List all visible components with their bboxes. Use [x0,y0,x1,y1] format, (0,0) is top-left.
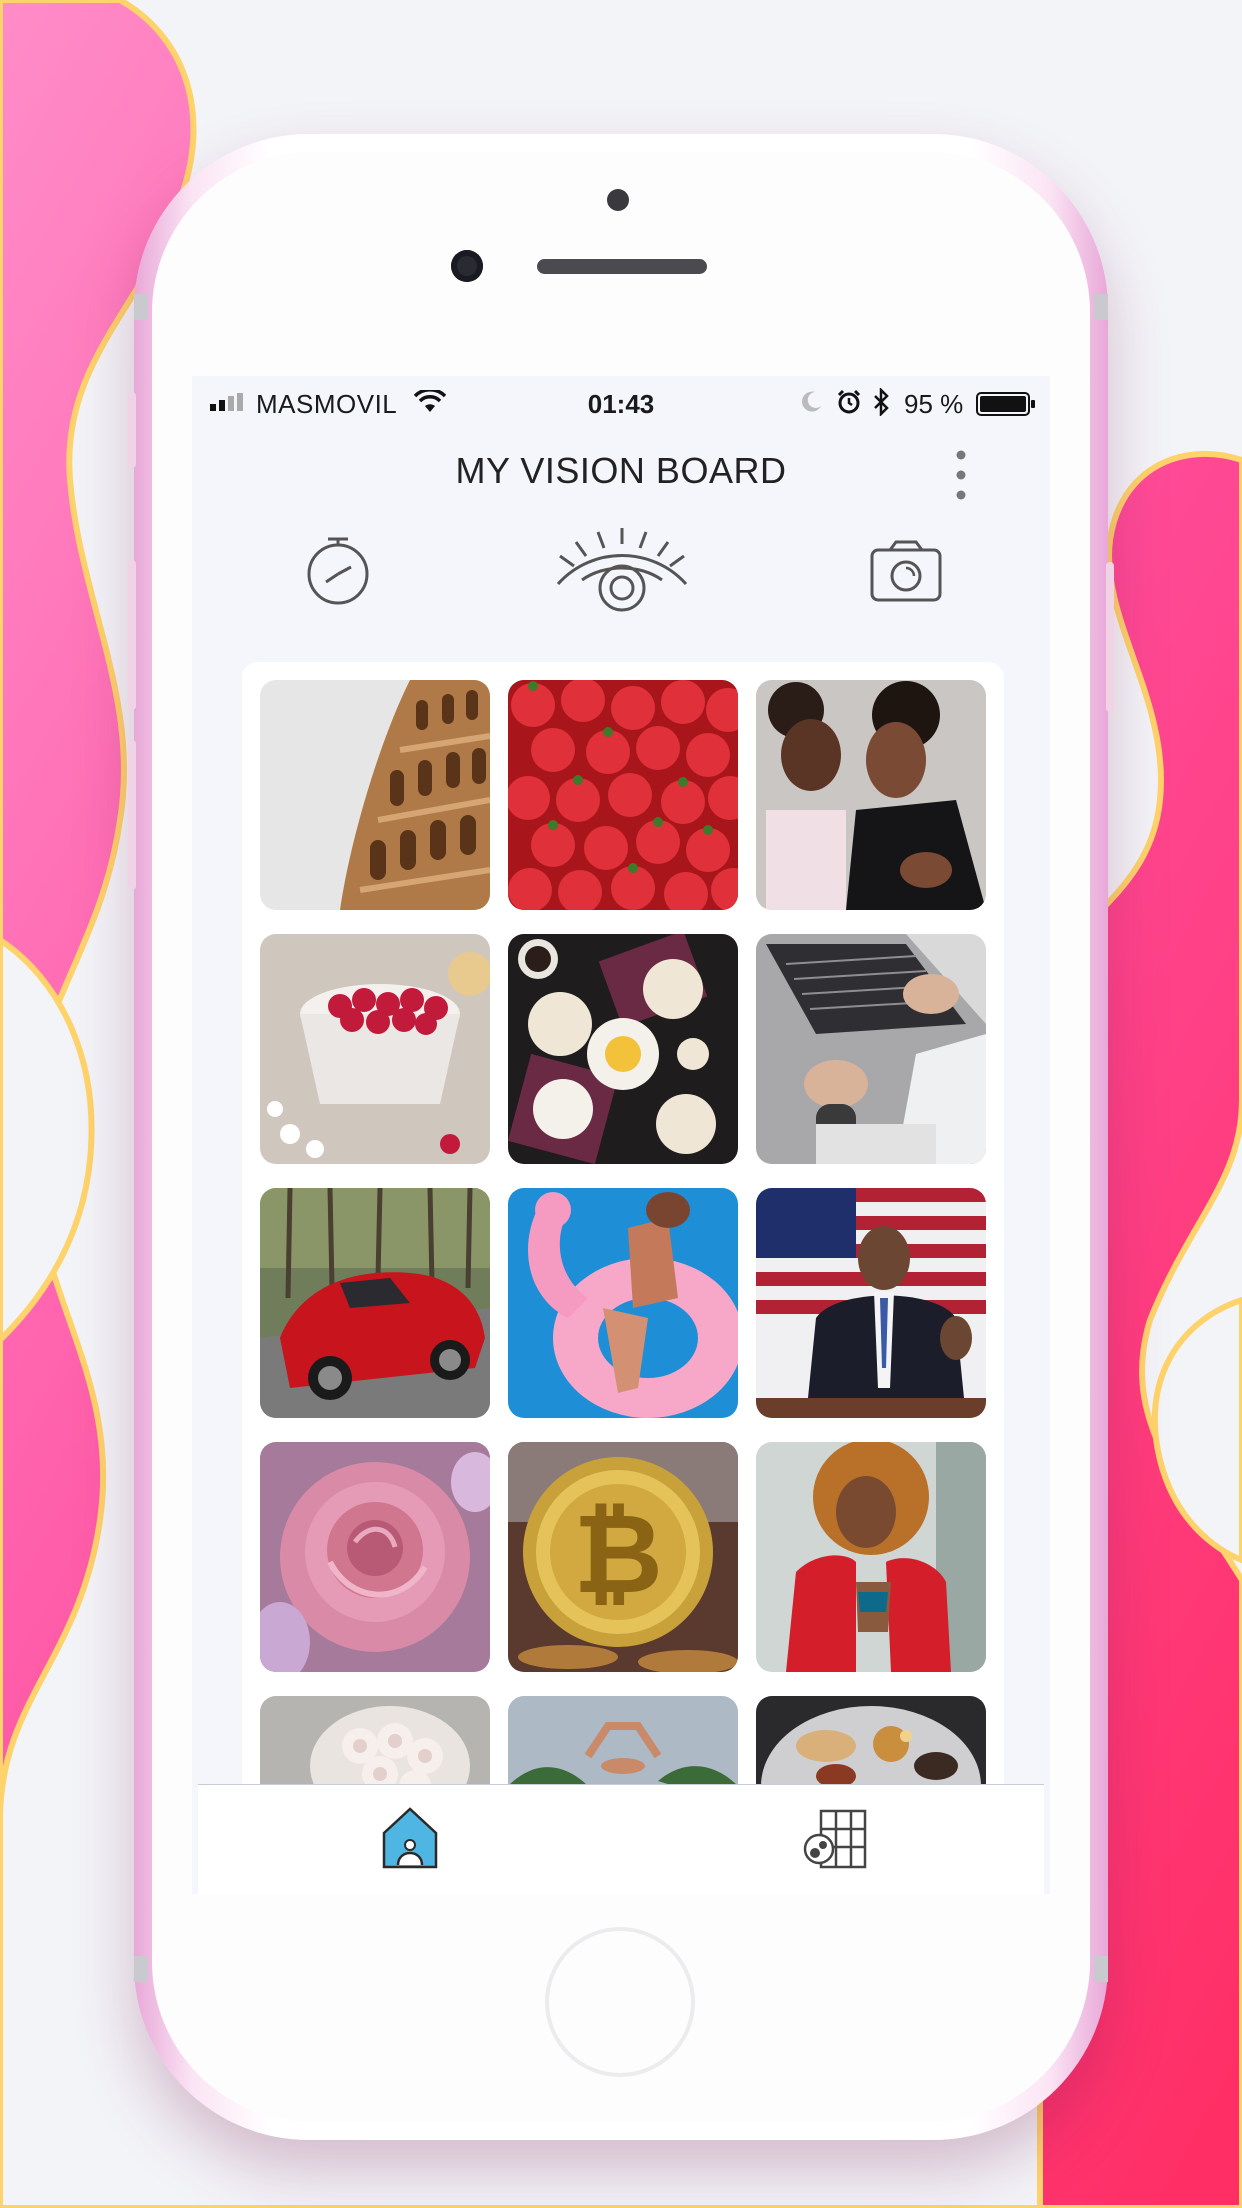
strawberries-image[interactable] [508,680,738,910]
eye-icon[interactable] [552,526,692,616]
raspberries-image[interactable] [260,934,490,1164]
woman-red-jacket-image[interactable] [756,1442,986,1672]
laptop-typing-image[interactable] [756,934,986,1164]
home-button[interactable] [545,1927,695,2077]
bitcoin-coin-image[interactable]: ₿ [508,1442,738,1672]
tab-vision-grid[interactable] [621,1785,1044,1894]
more-options-icon[interactable] [946,448,976,502]
pink-rose-image[interactable] [260,1442,490,1672]
front-camera [451,250,483,282]
antenna-band [134,1956,148,1982]
tab-bar [198,1784,1044,1894]
battery-percentage: 95 % [904,389,964,419]
camera-icon[interactable] [870,540,942,602]
breakfast-table-image[interactable] [508,934,738,1164]
home-icon [382,1807,438,1869]
bluetooth-icon [874,388,889,416]
title-bar: MY VISION BOARD [192,428,1050,512]
mother-daughter-image[interactable] [756,680,986,910]
battery-icon [976,392,1035,416]
svg-text:₿: ₿ [573,1490,663,1618]
volume-up-button [128,560,136,710]
president-speech-image[interactable] [756,1188,986,1418]
antenna-band [1094,294,1108,320]
vision-board-grid: ₿ [242,662,1004,1894]
alarm-icon [837,389,861,414]
volume-down-button [128,740,136,890]
earpiece-speaker [537,259,707,274]
moon-icon [802,391,821,412]
alarm-clock-icon[interactable] [304,534,372,608]
toolbar [192,526,1050,636]
red-sports-car-image[interactable] [260,1188,490,1418]
antenna-band [134,294,148,320]
vision-grid-icon [803,1809,867,1869]
page-title: MY VISION BOARD [455,450,787,491]
power-button [1106,562,1114,712]
colosseum-image[interactable] [260,680,490,910]
mute-switch [128,392,136,468]
flamingo-float-image[interactable] [508,1188,738,1418]
tab-home[interactable] [198,1785,621,1894]
app-screen: MASMOVIL 01:43 95 % MY VISION BOARD ₿ [192,376,1050,1894]
status-bar: MASMOVIL 01:43 95 % [192,376,1050,428]
proximity-sensor [607,189,629,211]
antenna-band [1094,1956,1108,1982]
